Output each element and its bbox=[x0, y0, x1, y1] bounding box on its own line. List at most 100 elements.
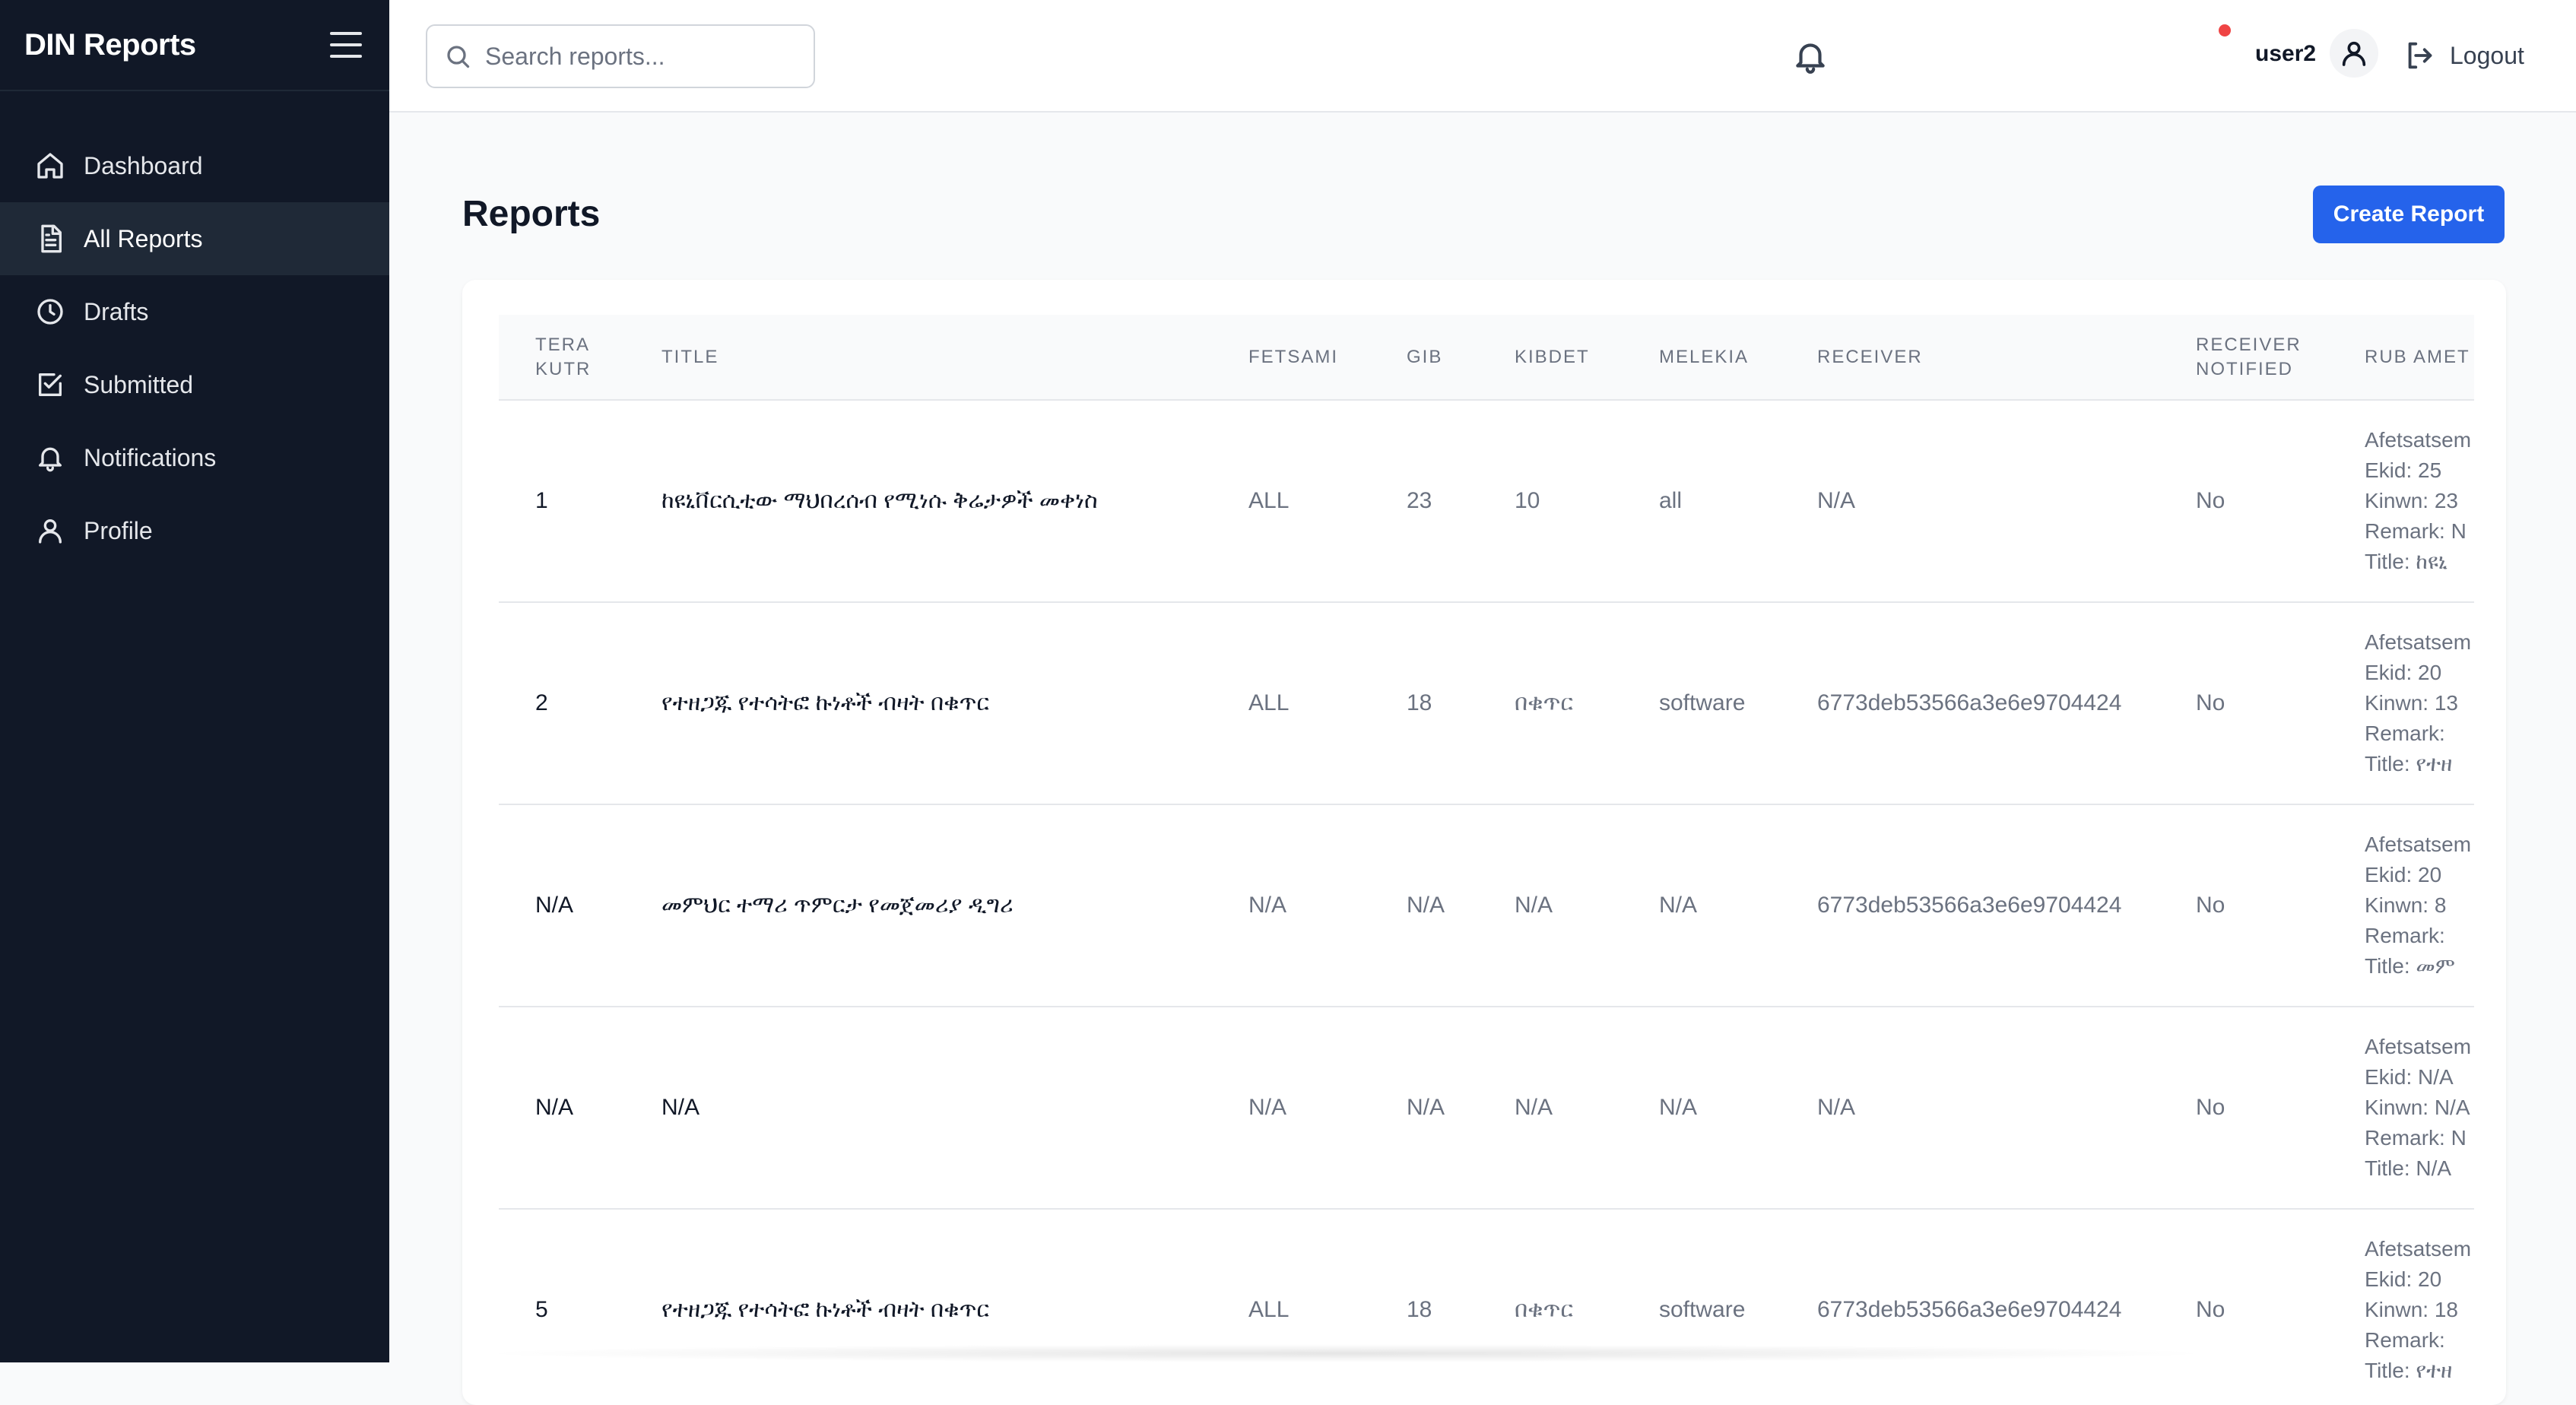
rub-amet-line: Afetsatsem bbox=[2365, 1035, 2472, 1058]
search-box[interactable] bbox=[426, 24, 815, 88]
cell-title: የተዘጋጁ የተሳትፎ ኩነቶች ብዛት በቁጥር bbox=[661, 690, 990, 715]
table-row[interactable]: 2 የተዘጋጁ የተሳትፎ ኩነቶች ብዛት በቁጥር ALL 18 በቁጥር … bbox=[499, 602, 2474, 804]
column-header: TERA KUTR bbox=[499, 315, 625, 401]
rub-amet-line: Kinwn: N/A bbox=[2365, 1096, 2470, 1119]
rub-amet-line: Ekid: 20 bbox=[2365, 1267, 2442, 1291]
sidebar-item-drafts[interactable]: Drafts bbox=[0, 275, 389, 348]
column-header: TITLE bbox=[625, 315, 1212, 401]
logout-icon bbox=[2408, 42, 2432, 69]
cell-gib: 18 bbox=[1407, 690, 1432, 715]
reports-table: TERA KUTR TITLE FETSAMI GIB KIBDET MELEK… bbox=[499, 315, 2474, 1379]
rub-amet-line: Title: N/A bbox=[2365, 1156, 2452, 1180]
scroll-shadow bbox=[471, 1344, 2220, 1362]
cell-title: N/A bbox=[661, 1095, 700, 1120]
rub-amet-line: Remark: N bbox=[2365, 1126, 2467, 1150]
hamburger-menu-icon[interactable] bbox=[330, 32, 362, 58]
sidebar-item-label: Notifications bbox=[84, 443, 217, 471]
rub-amet-line: Kinwn: 13 bbox=[2365, 691, 2458, 715]
search-icon bbox=[447, 46, 470, 68]
column-header: RECEIVER NOTIFIED bbox=[2159, 315, 2328, 401]
clock-icon bbox=[35, 297, 65, 327]
cell-receiver-notified: No bbox=[2196, 690, 2225, 715]
rub-amet-line: Remark: N bbox=[2365, 519, 2467, 543]
cell-fetsami: ALL bbox=[1248, 690, 1290, 715]
rub-amet-line: Title: የተዘ bbox=[2365, 752, 2453, 775]
cell-rub-amet: Afetsatsem Ekid: 25 Kinwn: 23 Remark: N … bbox=[2328, 400, 2474, 602]
cell-melekia: N/A bbox=[1659, 893, 1698, 918]
cell-receiver-notified: No bbox=[2196, 893, 2225, 918]
sidebar-header: DIN Reports bbox=[0, 0, 389, 91]
rub-amet-line: Afetsatsem bbox=[2365, 1237, 2472, 1261]
cell-kibdet: 10 bbox=[1515, 488, 1540, 513]
rub-amet-line: Ekid: N/A bbox=[2365, 1065, 2454, 1089]
rub-amet-line: Ekid: 25 bbox=[2365, 458, 2442, 482]
logout-button[interactable]: Logout bbox=[2403, 38, 2524, 73]
avatar[interactable] bbox=[2330, 29, 2378, 78]
cell-melekia: N/A bbox=[1659, 1095, 1698, 1120]
table-row[interactable]: 1 ከዩኒቨርሲቲው ማህበረሰብ የሚነሱ ቅሬታዎች መቀነስ ALL 23… bbox=[499, 400, 2474, 602]
rub-amet-line: Title: መም bbox=[2365, 954, 2455, 978]
home-icon bbox=[35, 151, 65, 181]
cell-tera-kutr: N/A bbox=[535, 1095, 574, 1120]
cell-receiver: N/A bbox=[1817, 1095, 1856, 1120]
table-row[interactable]: N/A መምህር ተማሪ ጥምርታ የመጀመሪያ ዲግሪ N/A N/A N/A… bbox=[499, 804, 2474, 1007]
rub-amet-line: Afetsatsem bbox=[2365, 630, 2472, 654]
user-icon bbox=[2342, 41, 2366, 66]
cell-rub-amet: Afetsatsem Ekid: N/A Kinwn: N/A Remark: … bbox=[2328, 1007, 2474, 1209]
cell-rub-amet: Afetsatsem Ekid: 20 Kinwn: 8 Remark: Tit… bbox=[2328, 804, 2474, 1007]
rub-amet-line: Title: የተዘ bbox=[2365, 1359, 2453, 1379]
sidebar-item-all-reports[interactable]: All Reports bbox=[0, 202, 389, 275]
rub-amet-line: Kinwn: 18 bbox=[2365, 1298, 2458, 1321]
cell-rub-amet: Afetsatsem Ekid: 20 Kinwn: 18 Remark: Ti… bbox=[2328, 1209, 2474, 1379]
cell-kibdet: N/A bbox=[1515, 1095, 1553, 1120]
sidebar-nav: Dashboard All Reports Drafts Submitted N… bbox=[0, 129, 389, 567]
search-input[interactable] bbox=[484, 41, 806, 71]
cell-tera-kutr: 2 bbox=[535, 690, 548, 715]
notification-bell-icon[interactable] bbox=[1791, 36, 1829, 76]
top-bar bbox=[389, 0, 2576, 113]
cell-tera-kutr: 1 bbox=[535, 488, 548, 513]
table-scroll-container[interactable]: TERA KUTR TITLE FETSAMI GIB KIBDET MELEK… bbox=[499, 315, 2474, 1379]
sidebar-item-label: Submitted bbox=[84, 370, 194, 398]
column-header: KIBDET bbox=[1478, 315, 1623, 401]
column-header: MELEKIA bbox=[1623, 315, 1781, 401]
notification-indicator bbox=[2219, 24, 2231, 36]
page-title: Reports bbox=[462, 194, 601, 234]
rub-amet-line: Ekid: 20 bbox=[2365, 661, 2442, 684]
rub-amet-line: Title: ከዩኒ bbox=[2365, 550, 2448, 573]
cell-title: ከዩኒቨርሲቲው ማህበረሰብ የሚነሱ ቅሬታዎች መቀነስ bbox=[661, 488, 1098, 513]
sidebar-item-label: Drafts bbox=[84, 297, 149, 325]
cell-kibdet: N/A bbox=[1515, 893, 1553, 918]
cell-gib: N/A bbox=[1407, 1095, 1445, 1120]
table-row[interactable]: N/A N/A N/A N/A N/A N/A N/A No Afetsatse… bbox=[499, 1007, 2474, 1209]
app-brand: DIN Reports bbox=[24, 27, 196, 62]
cell-melekia: software bbox=[1659, 690, 1746, 715]
user-icon bbox=[35, 515, 65, 546]
reports-card: TERA KUTR TITLE FETSAMI GIB KIBDET MELEK… bbox=[462, 280, 2506, 1405]
rub-amet-line: Remark: bbox=[2365, 722, 2445, 745]
create-report-button[interactable]: Create Report bbox=[2313, 186, 2505, 243]
column-header: RECEIVER bbox=[1781, 315, 2159, 401]
cell-receiver-notified: No bbox=[2196, 488, 2225, 513]
cell-melekia: all bbox=[1659, 488, 1683, 513]
sidebar-item-notifications[interactable]: Notifications bbox=[0, 421, 389, 494]
username: user2 bbox=[2255, 41, 2317, 66]
sidebar-item-profile[interactable]: Profile bbox=[0, 494, 389, 567]
cell-receiver: N/A bbox=[1817, 488, 1856, 513]
rub-amet-line: Kinwn: 23 bbox=[2365, 489, 2458, 512]
rub-amet-line: Kinwn: 8 bbox=[2365, 893, 2447, 917]
sidebar-item-label: Dashboard bbox=[84, 151, 203, 179]
column-header: FETSAMI bbox=[1212, 315, 1370, 401]
sidebar-item-submitted[interactable]: Submitted bbox=[0, 348, 389, 421]
table-header-row: TERA KUTR TITLE FETSAMI GIB KIBDET MELEK… bbox=[499, 315, 2474, 401]
document-icon bbox=[35, 224, 65, 254]
rub-amet-line: Remark: bbox=[2365, 924, 2445, 947]
rub-amet-line: Afetsatsem bbox=[2365, 833, 2472, 856]
check-square-icon bbox=[35, 369, 65, 400]
column-header: RUB AMET bbox=[2328, 315, 2474, 401]
rub-amet-line: Ekid: 20 bbox=[2365, 863, 2442, 886]
rub-amet-line: Afetsatsem bbox=[2365, 428, 2472, 452]
cell-title: መምህር ተማሪ ጥምርታ የመጀመሪያ ዲግሪ bbox=[661, 893, 1014, 918]
sidebar-item-dashboard[interactable]: Dashboard bbox=[0, 129, 389, 202]
sidebar-item-label: Profile bbox=[84, 516, 153, 544]
